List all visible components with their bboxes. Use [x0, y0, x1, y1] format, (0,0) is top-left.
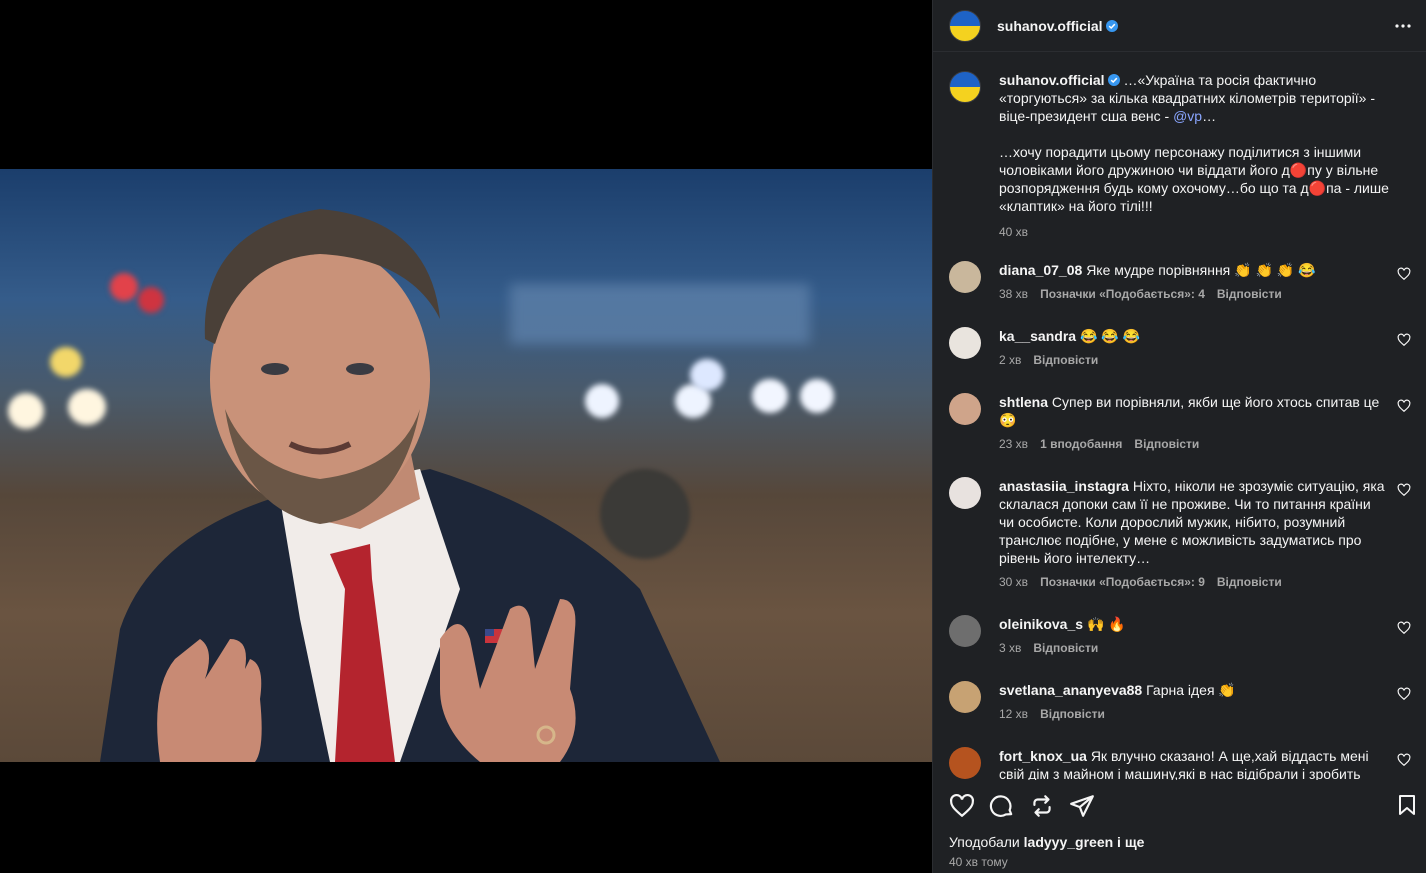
verified-icon	[1105, 19, 1118, 32]
comment-item: fort_knox_ua Як влучно сказано! А ще,хай…	[949, 747, 1411, 780]
verified-icon	[1107, 74, 1120, 86]
heart-icon[interactable]	[1397, 753, 1411, 767]
comment-text: 🙌 🔥	[1086, 616, 1126, 632]
heart-icon[interactable]	[1397, 399, 1411, 413]
liked-by-summary[interactable]: Уподобали ladyyy_green і ще	[949, 834, 1144, 850]
comment-time: 23 хв	[999, 437, 1029, 451]
comment-item: diana_07_08 Яке мудре порівняння 👏 👏 👏 😂…	[949, 261, 1411, 303]
author-username[interactable]: suhanov.official	[997, 18, 1103, 34]
commenter-avatar[interactable]	[949, 747, 981, 779]
caption-username[interactable]: suhanov.official	[999, 72, 1105, 88]
commenter-avatar[interactable]	[949, 477, 981, 509]
post-side-panel: suhanov.official suhanov.official …«Укра…	[932, 0, 1426, 873]
post-caption: suhanov.official …«Україна та росія факт…	[949, 71, 1411, 241]
bookmark-icon[interactable]	[1395, 793, 1419, 817]
comment-time: 12 хв	[999, 707, 1029, 721]
person-figure	[100, 209, 720, 762]
more-icon[interactable]	[1391, 14, 1415, 38]
commenter-avatar[interactable]	[949, 615, 981, 647]
author-avatar[interactable]	[949, 71, 981, 103]
comment-item: svetlana_ananyeva88 Гарна ідея 👏 12 хв Ві…	[949, 681, 1411, 723]
reply-button[interactable]: Відповісти	[1217, 573, 1282, 591]
commenter-avatar[interactable]	[949, 681, 981, 713]
post-header: suhanov.official	[933, 0, 1426, 52]
comment-time: 2 хв	[999, 353, 1022, 367]
comment-item: anastasiia_instagra Ніхто, ніколи не зро…	[949, 477, 1411, 591]
post-action-bar	[933, 781, 1426, 831]
comment-text: Гарна ідея 👏	[1146, 682, 1236, 698]
comment-text: Яке мудре порівняння 👏 👏 👏 😂	[1086, 262, 1316, 278]
comment-text: Супер ви порівняли, якби ще його хтось с…	[999, 394, 1380, 428]
author-avatar[interactable]	[949, 9, 981, 42]
heart-icon[interactable]	[1397, 333, 1411, 347]
reply-button[interactable]: Відповісти	[1134, 435, 1199, 453]
post-timestamp: 40 хв тому	[949, 855, 1008, 869]
caption-part2: …хочу порадити цьому персонажу поділитис…	[999, 144, 1389, 214]
heart-icon[interactable]	[1397, 687, 1411, 701]
heart-icon[interactable]	[949, 793, 975, 819]
comment-likes[interactable]: Позначки «Подобається»: 9	[1040, 573, 1205, 591]
comment-item: shtlena Супер ви порівняли, якби ще його…	[949, 393, 1411, 453]
comment-item: ka__sandra 😂 😂 😂 2 хв Відповісти	[949, 327, 1411, 369]
commenter-avatar[interactable]	[949, 261, 981, 293]
heart-icon[interactable]	[1397, 483, 1411, 497]
commenter-username[interactable]: fort_knox_ua	[999, 748, 1087, 764]
commenter-username[interactable]: oleinikova_s	[999, 616, 1083, 632]
commenter-avatar[interactable]	[949, 393, 981, 425]
reply-button[interactable]: Відповісти	[1033, 639, 1098, 657]
post-media	[0, 0, 932, 873]
caption-mention-link[interactable]: @vp	[1173, 108, 1202, 124]
commenter-username[interactable]: ka__sandra	[999, 328, 1076, 344]
heart-icon[interactable]	[1397, 267, 1411, 281]
post-photo[interactable]	[0, 169, 932, 762]
comment-time: 3 хв	[999, 641, 1022, 655]
caption-ellipsis: …	[1202, 108, 1217, 124]
comments-list[interactable]: suhanov.official …«Україна та росія факт…	[933, 53, 1426, 780]
commenter-username[interactable]: diana_07_08	[999, 262, 1082, 278]
comment-time: 30 хв	[999, 575, 1029, 589]
commenter-username[interactable]: anastasiia_instagra	[999, 478, 1129, 494]
reply-button[interactable]: Відповісти	[1033, 351, 1098, 369]
commenter-avatar[interactable]	[949, 327, 981, 359]
liked-by-user[interactable]: ladyyy_green	[1024, 834, 1114, 850]
comment-item: oleinikova_s 🙌 🔥 3 хв Відповісти	[949, 615, 1411, 657]
comment-time: 38 хв	[999, 287, 1029, 301]
comment-likes[interactable]: 1 вподобання	[1040, 435, 1122, 453]
caption-text: suhanov.official …«Україна та росія факт…	[999, 71, 1389, 125]
heart-icon[interactable]	[1397, 621, 1411, 635]
comment-icon[interactable]	[989, 793, 1015, 819]
reply-button[interactable]: Відповісти	[1217, 285, 1282, 303]
share-icon[interactable]	[1069, 793, 1095, 819]
comment-likes[interactable]: Позначки «Подобається»: 4	[1040, 285, 1205, 303]
caption-time: 40 хв	[999, 225, 1029, 239]
liked-by-prefix: Уподобали	[949, 834, 1024, 850]
repost-icon[interactable]	[1029, 793, 1055, 819]
liked-by-suffix[interactable]: і ще	[1113, 834, 1144, 850]
commenter-username[interactable]: shtlena	[999, 394, 1048, 410]
reply-button[interactable]: Відповісти	[1040, 705, 1105, 723]
commenter-username[interactable]: svetlana_ananyeva88	[999, 682, 1142, 698]
comment-text: 😂 😂 😂	[1079, 328, 1141, 344]
